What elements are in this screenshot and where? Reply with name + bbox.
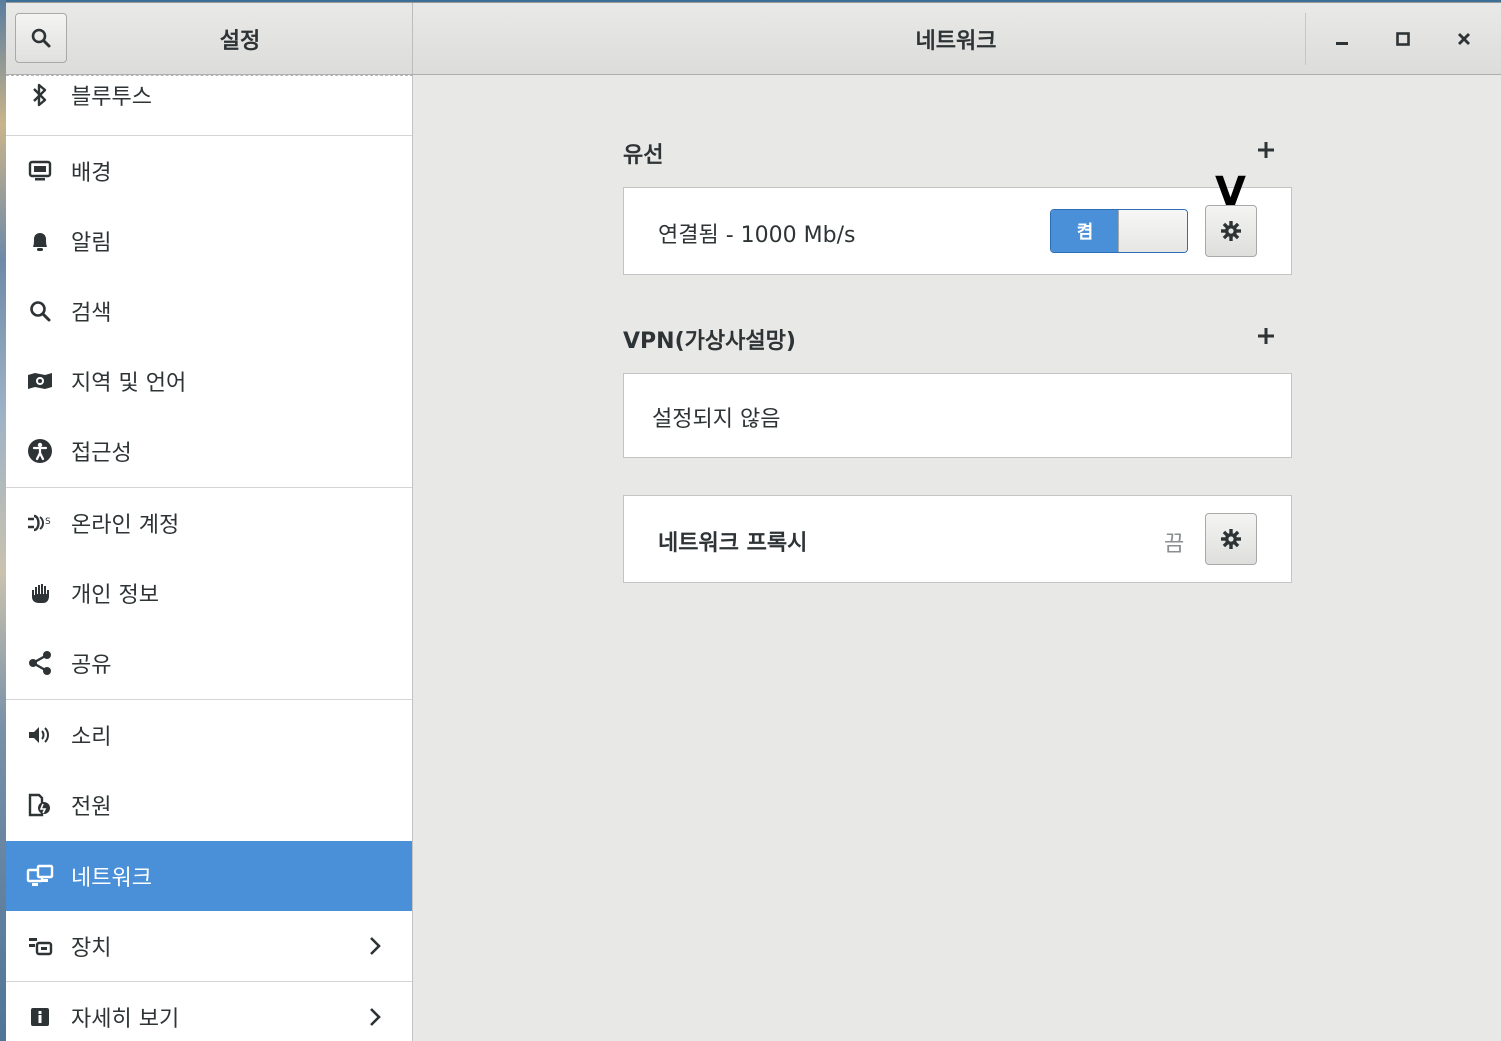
- sidebar-item-privacy[interactable]: 개인 정보: [6, 558, 412, 628]
- add-wired-connection-button[interactable]: [1248, 132, 1284, 168]
- search-button[interactable]: [15, 13, 67, 63]
- plus-icon: [1258, 142, 1274, 158]
- vpn-frame: 설정되지 않음: [623, 373, 1292, 458]
- maximize-button[interactable]: [1381, 17, 1425, 61]
- chevron-right-icon: [362, 933, 388, 959]
- sidebar-item-label: 공유: [71, 653, 112, 678]
- speaker-icon: [26, 721, 54, 749]
- sidebar-item-label: 개인 정보: [71, 583, 159, 608]
- sidebar-item-label: 배경: [71, 161, 112, 186]
- bell-icon: [26, 227, 54, 255]
- add-vpn-button[interactable]: [1248, 318, 1284, 354]
- vpn-section-title: VPN(가상사설망): [623, 329, 796, 354]
- close-icon: [1458, 33, 1470, 45]
- sidebar-item-details[interactable]: 자세히 보기: [6, 982, 412, 1041]
- background-icon: [26, 157, 54, 185]
- sidebar-item-bluetooth[interactable]: 블루투스: [6, 65, 412, 125]
- maximize-icon: [1396, 32, 1410, 46]
- bluetooth-icon: [26, 81, 54, 109]
- settings-window: 설정 네트워크 블루투스 배경 알림 검색 지역 및 언어 접근성 S 온라인 …: [6, 2, 1501, 1041]
- sidebar-item-region[interactable]: 지역 및 언어: [6, 346, 412, 416]
- accessibility-icon: [26, 437, 54, 465]
- network-proxy-frame[interactable]: 네트워크 프록시 끔: [623, 495, 1292, 583]
- share-icon: [26, 649, 54, 677]
- search-icon: [26, 297, 54, 325]
- proxy-title: 네트워크 프록시: [658, 531, 808, 556]
- sidebar-item-sound[interactable]: 소리: [6, 700, 412, 770]
- network-panel: 유선 연결됨 - 1000 Mb/s 켬 V VPN(가상사설망) 설정되지 않…: [414, 75, 1501, 1041]
- switch-on-label: 켬: [1051, 210, 1119, 252]
- vpn-status: 설정되지 않음: [652, 407, 781, 432]
- sidebar-item-label: 장치: [71, 936, 112, 961]
- wired-connection-frame: 연결됨 - 1000 Mb/s 켬: [623, 187, 1292, 275]
- sidebar-item-devices[interactable]: 장치: [6, 911, 412, 981]
- chevron-right-icon: [362, 1004, 388, 1030]
- sidebar-item-label: 소리: [71, 725, 112, 750]
- sidebar-item-online-accounts[interactable]: S 온라인 계정: [6, 488, 412, 558]
- gear-icon: [1221, 529, 1241, 549]
- network-icon: [26, 862, 54, 890]
- wired-status: 연결됨 - 1000 Mb/s: [658, 223, 856, 248]
- sidebar-item-label: 지역 및 언어: [71, 371, 187, 396]
- region-icon: [26, 367, 54, 395]
- sidebar-title: 설정: [219, 28, 261, 54]
- sidebar-item-label: 알림: [71, 231, 112, 256]
- info-icon: [26, 1003, 54, 1031]
- proxy-settings-button[interactable]: [1205, 513, 1257, 565]
- devices-icon: [26, 932, 54, 960]
- privacy-hand-icon: [26, 579, 54, 607]
- header-divider: [1305, 13, 1306, 65]
- sidebar: 블루투스 배경 알림 검색 지역 및 언어 접근성 S 온라인 계정 개인 정보…: [6, 75, 413, 1041]
- proxy-status: 끔: [1164, 532, 1185, 557]
- power-icon: [26, 791, 54, 819]
- sidebar-header: 설정: [6, 3, 413, 74]
- minimize-icon: [1336, 42, 1348, 45]
- sidebar-item-label: 온라인 계정: [71, 513, 180, 538]
- wired-toggle-switch[interactable]: 켬: [1050, 209, 1188, 253]
- search-icon: [31, 28, 51, 48]
- gear-icon: [1221, 221, 1241, 241]
- sidebar-item-label: 접근성: [71, 441, 132, 466]
- svg-text:S: S: [45, 517, 51, 527]
- sidebar-item-label: 자세히 보기: [71, 1007, 180, 1032]
- sidebar-item-label: 전원: [71, 795, 112, 820]
- sidebar-item-label: 블루투스: [71, 85, 152, 110]
- sidebar-item-search[interactable]: 검색: [6, 276, 412, 346]
- sidebar-item-power[interactable]: 전원: [6, 770, 412, 840]
- plus-icon: [1258, 328, 1274, 344]
- online-accounts-icon: S: [26, 509, 54, 537]
- annotation-marker: V: [1215, 169, 1246, 215]
- switch-knob: [1118, 210, 1187, 252]
- sidebar-item-background[interactable]: 배경: [6, 136, 412, 206]
- wired-section-title: 유선: [623, 143, 664, 168]
- sidebar-item-network[interactable]: 네트워크: [6, 841, 412, 911]
- close-button[interactable]: [1442, 17, 1486, 61]
- minimize-button[interactable]: [1320, 17, 1364, 61]
- sidebar-item-sharing[interactable]: 공유: [6, 628, 412, 698]
- sidebar-item-notifications[interactable]: 알림: [6, 206, 412, 276]
- sidebar-item-label: 네트워크: [71, 866, 152, 891]
- sidebar-item-accessibility[interactable]: 접근성: [6, 416, 412, 486]
- sidebar-item-label: 검색: [71, 301, 112, 326]
